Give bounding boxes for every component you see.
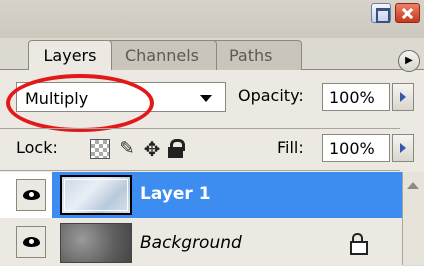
lock-label: Lock: [16,138,58,157]
close-icon[interactable] [395,3,420,23]
lock-icon [348,233,368,255]
blend-mode-select[interactable]: Multiply [16,82,226,112]
eye-icon [23,237,40,247]
tab-layers[interactable]: Layers [28,40,112,70]
lock-all-icon[interactable] [166,139,186,159]
lock-position-icon[interactable]: ✥ [142,139,162,159]
layer-name: Layer 1 [140,184,211,204]
eye-icon [23,190,40,200]
layer-row-layer-1[interactable]: Layer 1 [0,172,402,218]
divider [0,170,400,171]
layer-thumbnail [60,223,132,263]
lock-transparent-icon[interactable] [90,139,110,159]
panel-titlebar [0,0,424,38]
opacity-input[interactable]: 100% [322,83,390,111]
scroll-up-icon[interactable] [407,182,419,189]
visibility-toggle[interactable] [16,179,46,211]
tab-channels[interactable]: Channels [107,40,217,70]
opacity-slider-button[interactable] [392,83,414,111]
tab-paths[interactable]: Paths [210,40,302,70]
panel-menu-icon[interactable]: ▶ [398,50,420,72]
layer-row-background[interactable]: Background [0,220,402,266]
visibility-toggle[interactable] [16,226,46,258]
lock-image-icon[interactable]: ✎ [117,139,137,159]
fill-input[interactable]: 100% [322,134,390,162]
fill-slider-button[interactable] [392,134,414,162]
chevron-down-icon[interactable] [200,95,212,102]
layer-thumbnail [60,175,132,215]
fill-label: Fill: [277,138,304,157]
opacity-label: Opacity: [238,86,304,105]
layer-name: Background [140,233,242,253]
minimize-icon[interactable] [371,3,391,23]
divider [0,128,400,129]
